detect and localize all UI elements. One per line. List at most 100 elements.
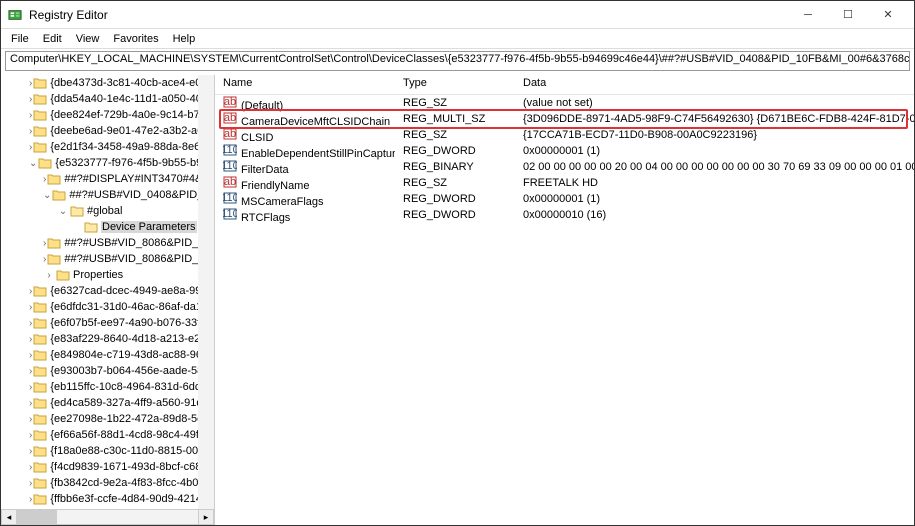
tree-item[interactable]: ›{deebe6ad-9e01-47e2-a3b2-a66aa2c [1, 123, 214, 139]
value-data: 0x00000010 (16) [515, 209, 914, 221]
menu-view[interactable]: View [70, 32, 106, 46]
window-title: Registry Editor [29, 8, 788, 22]
tree-item[interactable]: Device Parameters [1, 219, 214, 235]
tree-item[interactable]: › {dbe4373d-3c81-40cb-ace4-e0e5d05f [1, 75, 214, 91]
expander-closed-icon[interactable]: › [29, 446, 32, 457]
tree-item[interactable]: ›##?#DISPLAY#INT3470#4&3499f [1, 171, 214, 187]
tree-item[interactable]: ›{ee27098e-1b22-472a-89d8-5ccce168 [1, 411, 214, 427]
scroll-track[interactable] [17, 509, 198, 525]
tree-item[interactable]: ›{f4cd9839-1671-493d-8bcf-c68693cae [1, 459, 214, 475]
expander-closed-icon[interactable]: › [29, 318, 32, 329]
value-row[interactable]: abCameraDeviceMftCLSIDChainREG_MULTI_SZ{… [215, 111, 914, 127]
tree[interactable]: › {dbe4373d-3c81-40cb-ace4-e0e5d05f ›{dda5… [1, 75, 214, 509]
expander-closed-icon[interactable]: › [29, 382, 32, 393]
tree-item[interactable]: ⌄#global [1, 203, 214, 219]
tree-item[interactable]: ⌄{e5323777-f976-4f5b-9b55-b94699c4 [1, 155, 214, 171]
expander-closed-icon[interactable]: › [29, 430, 32, 441]
expander-open-icon[interactable]: ⌄ [29, 158, 37, 169]
tree-item-label: {dbe4373d-3c81-40cb-ace4-e0e5d05f [50, 77, 214, 89]
titlebar: Registry Editor ─ ☐ ✕ [1, 1, 914, 29]
tree-item-label: {e6f07b5f-ee97-4a90-b076-33f57bf4e [50, 317, 214, 329]
menu-file[interactable]: File [5, 32, 35, 46]
tree-item[interactable]: ›{dee824ef-729b-4a0e-9c14-b7117d33 [1, 107, 214, 123]
expander-closed-icon[interactable]: › [29, 334, 32, 345]
svg-text:110: 110 [223, 144, 237, 156]
expander-closed-icon[interactable]: › [29, 494, 32, 505]
maximize-button[interactable]: ☐ [828, 2, 868, 28]
expander-open-icon[interactable]: ⌄ [57, 206, 69, 217]
expander-closed-icon[interactable]: › [43, 270, 55, 281]
minimize-button[interactable]: ─ [788, 2, 828, 28]
close-button[interactable]: ✕ [868, 2, 908, 28]
tree-item[interactable]: ›{ef66a56f-88d1-4cd8-98c4-49faf57ad [1, 427, 214, 443]
expander-closed-icon[interactable]: › [29, 110, 32, 121]
value-row[interactable]: ab(Default)REG_SZ(value not set) [215, 95, 914, 111]
value-row[interactable]: abCLSIDREG_SZ{17CCA71B-ECD7-11D0-B908-00… [215, 127, 914, 143]
scroll-left-icon[interactable]: ◂ [1, 509, 17, 525]
column-data[interactable]: Data [515, 75, 914, 94]
expander-closed-icon[interactable]: › [29, 462, 32, 473]
expander-closed-icon[interactable]: › [29, 350, 32, 361]
expander-closed-icon[interactable]: › [43, 254, 46, 265]
tree-vertical-scrollbar[interactable] [198, 75, 214, 509]
values-list[interactable]: ab(Default)REG_SZ(value not set)abCamera… [215, 95, 914, 525]
folder-icon [33, 429, 47, 441]
tree-item[interactable]: ›{e6327cad-dcec-4949-ae8a-991e976 [1, 283, 214, 299]
value-row[interactable]: 110RTCFlagsREG_DWORD0x00000010 (16) [215, 207, 914, 223]
tree-item[interactable]: ›{eb115ffc-10c8-4964-831d-6dcb02e6f [1, 379, 214, 395]
menu-favorites[interactable]: Favorites [107, 32, 164, 46]
svg-text:110: 110 [223, 160, 237, 172]
tree-item[interactable]: ›##?#USB#VID_8086&PID_0A66& [1, 235, 214, 251]
value-type: REG_BINARY [395, 161, 515, 173]
expander-closed-icon[interactable]: › [29, 302, 32, 313]
expander-open-icon[interactable]: ⌄ [43, 190, 51, 201]
tree-item[interactable]: ›{e849804e-c719-43d8-ac88-96b894c [1, 347, 214, 363]
expander-closed-icon[interactable]: › [29, 126, 32, 137]
expander-closed-icon[interactable]: › [29, 366, 32, 377]
folder-icon [33, 381, 47, 393]
column-type[interactable]: Type [395, 75, 515, 94]
svg-text:ab: ab [224, 112, 236, 124]
tree-item[interactable]: ⌄##?#USB#VID_0408&PID_10FB& [1, 187, 214, 203]
expander-closed-icon[interactable]: › [29, 286, 32, 297]
string-value-icon: ab [223, 127, 237, 141]
column-name[interactable]: Name [215, 75, 395, 94]
menu-help[interactable]: Help [167, 32, 202, 46]
folder-icon [33, 317, 47, 329]
value-row[interactable]: 110FilterDataREG_BINARY02 00 00 00 00 00… [215, 159, 914, 175]
scroll-right-icon[interactable]: ▸ [198, 509, 214, 525]
expander-closed-icon[interactable]: › [43, 238, 46, 249]
folder-icon [33, 477, 47, 489]
tree-item[interactable]: ›{dda54a40-1e4c-11d1-a050-405705c [1, 91, 214, 107]
tree-item[interactable]: ›{e6dfdc31-31d0-46ac-86af-da1eb085fc [1, 299, 214, 315]
expander-closed-icon[interactable]: › [29, 414, 32, 425]
scroll-thumb[interactable] [17, 510, 57, 524]
value-row[interactable]: 110MSCameraFlagsREG_DWORD0x00000001 (1) [215, 191, 914, 207]
tree-item[interactable]: ›Properties [1, 267, 214, 283]
tree-item[interactable]: ›{e2d1f34-3458-49a9-88da-8e6915c [1, 139, 214, 155]
folder-icon [33, 125, 47, 137]
menu-edit[interactable]: Edit [37, 32, 68, 46]
tree-horizontal-scrollbar[interactable]: ◂ ▸ [1, 509, 214, 525]
value-row[interactable]: 110EnableDependentStillPinCaptureREG_DWO… [215, 143, 914, 159]
expander-closed-icon[interactable]: › [29, 78, 32, 89]
expander-closed-icon[interactable]: › [43, 174, 46, 185]
tree-item[interactable]: ›{e93003b7-b064-456e-aade-5843344 [1, 363, 214, 379]
tree-item[interactable]: › {e6f07b5f-ee97-4a90-b076-33f57bf4e [1, 315, 214, 331]
expander-closed-icon[interactable]: › [29, 398, 32, 409]
expander-closed-icon[interactable]: › [29, 94, 32, 105]
value-type: REG_SZ [395, 97, 515, 109]
tree-item[interactable]: ›{e83af229-8640-4d18-a213-e22675eb [1, 331, 214, 347]
menubar: File Edit View Favorites Help [1, 29, 914, 49]
value-name: abCameraDeviceMftCLSIDChain [215, 111, 395, 128]
value-row[interactable]: abFriendlyNameREG_SZFREETALK HD [215, 175, 914, 191]
expander-closed-icon[interactable]: › [29, 142, 32, 153]
value-name: 110EnableDependentStillPinCapture [215, 143, 395, 160]
tree-item[interactable]: ›##?#USB#VID_8086&PID_0A66& [1, 251, 214, 267]
tree-item[interactable]: ›{ffbb6e3f-ccfe-4d84-90d9-421418b03 [1, 491, 214, 507]
address-bar[interactable]: Computer\HKEY_LOCAL_MACHINE\SYSTEM\Curre… [5, 51, 910, 71]
expander-closed-icon[interactable]: › [29, 478, 32, 489]
tree-item[interactable]: ›{f18a0e88-c30c-11d0-8815-00a0c906 [1, 443, 214, 459]
tree-item[interactable]: ›{fb3842cd-9e2a-4f83-8fcc-4b0761739 [1, 475, 214, 491]
tree-item[interactable]: ›{ed4ca589-327a-4ff9-a560-91da4b48 [1, 395, 214, 411]
